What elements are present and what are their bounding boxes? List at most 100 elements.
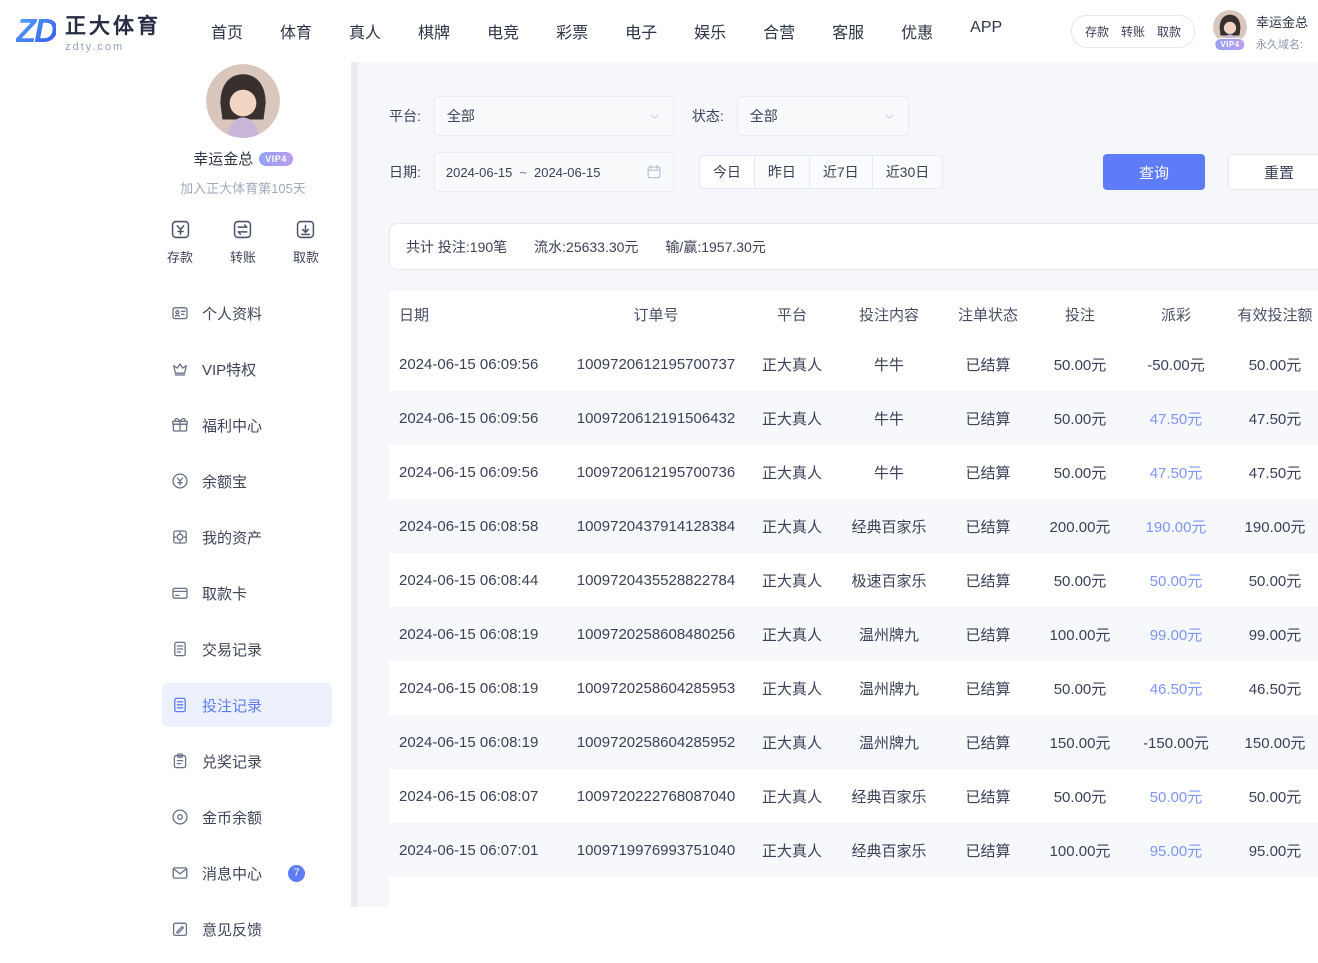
user-chip: VIP4 幸运金总 永久域名: bbox=[1213, 10, 1308, 52]
header-quick-link-2[interactable]: 转账 bbox=[1121, 23, 1145, 40]
cell-order-status: 已结算 bbox=[945, 786, 1031, 807]
cell-order-no: 1009720258604285953 bbox=[561, 680, 751, 697]
sidebar-item-id-card[interactable]: 个人资料 bbox=[162, 291, 332, 335]
gold-coin-icon bbox=[171, 808, 189, 826]
deposit-icon bbox=[170, 219, 191, 240]
cell-order-status: 已结算 bbox=[945, 354, 1031, 375]
vip-badge: VIP4 bbox=[1214, 38, 1245, 51]
sidebar-item-label: 取款卡 bbox=[202, 583, 247, 604]
sidebar-item-label: 投注记录 bbox=[202, 695, 262, 716]
cell-date: 2024-06-15 06:08:19 bbox=[389, 734, 561, 751]
cell-bet-content: 牛牛 bbox=[833, 408, 945, 429]
profile-card: 幸运金总 VIP4 加入正大体育第105天 存款转账取款 个人资料VIP特权福利… bbox=[135, 64, 351, 963]
nav-item-4[interactable]: 棋牌 bbox=[418, 19, 450, 43]
sidebar-item-assets[interactable]: 我的资产 bbox=[162, 515, 332, 559]
nav-item-8[interactable]: 娱乐 bbox=[694, 19, 726, 43]
nav-item-7[interactable]: 电子 bbox=[625, 19, 657, 43]
range-yesterday[interactable]: 昨日 bbox=[755, 155, 810, 189]
cell-order-no: 1009720435528822784 bbox=[561, 572, 751, 589]
bank-card-icon bbox=[171, 584, 189, 602]
sidebar-item-gift[interactable]: 福利中心 bbox=[162, 403, 332, 447]
quick-range-group: 今日昨日近7日近30日 bbox=[699, 155, 943, 189]
coin-icon bbox=[171, 472, 189, 490]
sidebar-item-bet-record[interactable]: 投注记录 bbox=[162, 683, 332, 727]
nav-item-5[interactable]: 电竞 bbox=[487, 19, 519, 43]
cell-order-status: 已结算 bbox=[945, 840, 1031, 861]
header-quick-link-1[interactable]: 存款 bbox=[1085, 23, 1109, 40]
quick-action-deposit[interactable]: 存款 bbox=[167, 219, 193, 266]
brand-domain: zdty.com bbox=[65, 41, 161, 53]
cell-order-no: 1009720258604285952 bbox=[561, 734, 751, 751]
cell-valid-bet: 47.50元 bbox=[1223, 462, 1318, 483]
nav-item-3[interactable]: 真人 bbox=[349, 19, 381, 43]
quick-action-transfer[interactable]: 转账 bbox=[230, 219, 256, 266]
sidebar-scrollbar[interactable] bbox=[351, 62, 358, 907]
cell-bet-amount: 100.00元 bbox=[1031, 624, 1129, 645]
range-today[interactable]: 今日 bbox=[699, 155, 755, 189]
cell-valid-bet: 50.00元 bbox=[1223, 570, 1318, 591]
platform-select-value: 全部 bbox=[447, 106, 475, 126]
sidebar-item-label: 个人资料 bbox=[202, 303, 262, 324]
cell-bet-amount: 50.00元 bbox=[1031, 408, 1129, 429]
sidebar-item-message[interactable]: 消息中心7 bbox=[162, 851, 332, 895]
status-select[interactable]: 全部 bbox=[737, 96, 909, 136]
col-header-valid-bet: 有效投注额 bbox=[1223, 304, 1318, 325]
sidebar-item-coin[interactable]: 余额宝 bbox=[162, 459, 332, 503]
reset-button[interactable]: 重置 bbox=[1228, 154, 1318, 190]
header-avatar[interactable]: VIP4 bbox=[1213, 10, 1247, 44]
cell-date: 2024-06-15 06:08:58 bbox=[389, 518, 561, 535]
nav-item-11[interactable]: 优惠 bbox=[901, 19, 933, 43]
table-row: 2024-06-15 06:08:441009720435528822784正大… bbox=[389, 553, 1318, 607]
sidebar-item-gold-coin[interactable]: 金币余额 bbox=[162, 795, 332, 839]
sidebar-item-label: 金币余额 bbox=[202, 807, 262, 828]
nav-item-1[interactable]: 首页 bbox=[211, 19, 243, 43]
cell-bet-amount: 50.00元 bbox=[1031, 570, 1129, 591]
nav-item-6[interactable]: 彩票 bbox=[556, 19, 588, 43]
range-last30days[interactable]: 近30日 bbox=[873, 155, 944, 189]
cell-bet-content: 牛牛 bbox=[833, 462, 945, 483]
cell-order-no: 1009720437914128384 bbox=[561, 518, 751, 535]
header-quick-link-3[interactable]: 取款 bbox=[1157, 23, 1181, 40]
cell-valid-bet: 150.00元 bbox=[1223, 732, 1318, 753]
nav-item-2[interactable]: 体育 bbox=[280, 19, 312, 43]
gift-icon bbox=[171, 416, 189, 434]
cell-bet-content: 温州牌九 bbox=[833, 732, 945, 753]
profile-avatar bbox=[206, 64, 280, 138]
sidebar-item-redeem-record[interactable]: 兑奖记录 bbox=[162, 739, 332, 783]
cell-platform: 正大真人 bbox=[751, 408, 833, 429]
cell-platform: 正大真人 bbox=[751, 516, 833, 537]
status-select-value: 全部 bbox=[750, 106, 778, 126]
sidebar-item-transaction-record[interactable]: 交易记录 bbox=[162, 627, 332, 671]
table-row: 2024-06-15 06:08:191009720258604285953正大… bbox=[389, 661, 1318, 715]
nav-item-9[interactable]: 合营 bbox=[763, 19, 795, 43]
query-button[interactable]: 查询 bbox=[1103, 154, 1205, 190]
cell-bet-amount: 150.00元 bbox=[1031, 732, 1129, 753]
cell-order-status: 已结算 bbox=[945, 624, 1031, 645]
col-header-date: 日期 bbox=[389, 304, 561, 325]
sidebar-item-label: 意见反馈 bbox=[202, 919, 262, 940]
totals-summary-bar: 共计 投注:190笔流水:25633.30元输/赢:1957.30元 bbox=[389, 223, 1318, 270]
sidebar-item-feedback[interactable]: 意见反馈 bbox=[162, 907, 332, 951]
cell-date: 2024-06-15 06:08:19 bbox=[389, 680, 561, 697]
cell-bet-content: 温州牌九 bbox=[833, 624, 945, 645]
filter-actions: 查询 重置 bbox=[1103, 154, 1318, 190]
sidebar-item-bank-card[interactable]: 取款卡 bbox=[162, 571, 332, 615]
sidebar-item-label: 消息中心 bbox=[202, 863, 262, 884]
nav-item-10[interactable]: 客服 bbox=[832, 19, 864, 43]
cell-platform: 正大真人 bbox=[751, 840, 833, 861]
sidebar-item-vip-crown[interactable]: VIP特权 bbox=[162, 347, 332, 391]
platform-select[interactable]: 全部 bbox=[434, 96, 674, 136]
cell-payout: 190.00元 bbox=[1129, 516, 1223, 537]
table-row: 2024-06-15 06:08:071009720222768087040正大… bbox=[389, 769, 1318, 823]
bet-records-table: 日期订单号平台投注内容注单状态投注派彩有效投注额 2024-06-15 06:0… bbox=[389, 291, 1318, 907]
quick-action-withdraw[interactable]: 取款 bbox=[293, 219, 319, 266]
cell-bet-amount: 50.00元 bbox=[1031, 462, 1129, 483]
sidebar-item-label: 余额宝 bbox=[202, 471, 247, 492]
quick-action-label: 存款 bbox=[167, 247, 193, 266]
nav-item-12[interactable]: APP bbox=[970, 19, 1002, 43]
cell-bet-content: 极速百家乐 bbox=[833, 570, 945, 591]
cell-platform: 正大真人 bbox=[751, 786, 833, 807]
range-last7days[interactable]: 近7日 bbox=[810, 155, 873, 189]
brand-logo[interactable]: ZD 正大体育 zdty.com bbox=[16, 10, 161, 53]
date-range-picker[interactable]: 2024-06-15 ~ 2024-06-15 bbox=[434, 152, 674, 192]
